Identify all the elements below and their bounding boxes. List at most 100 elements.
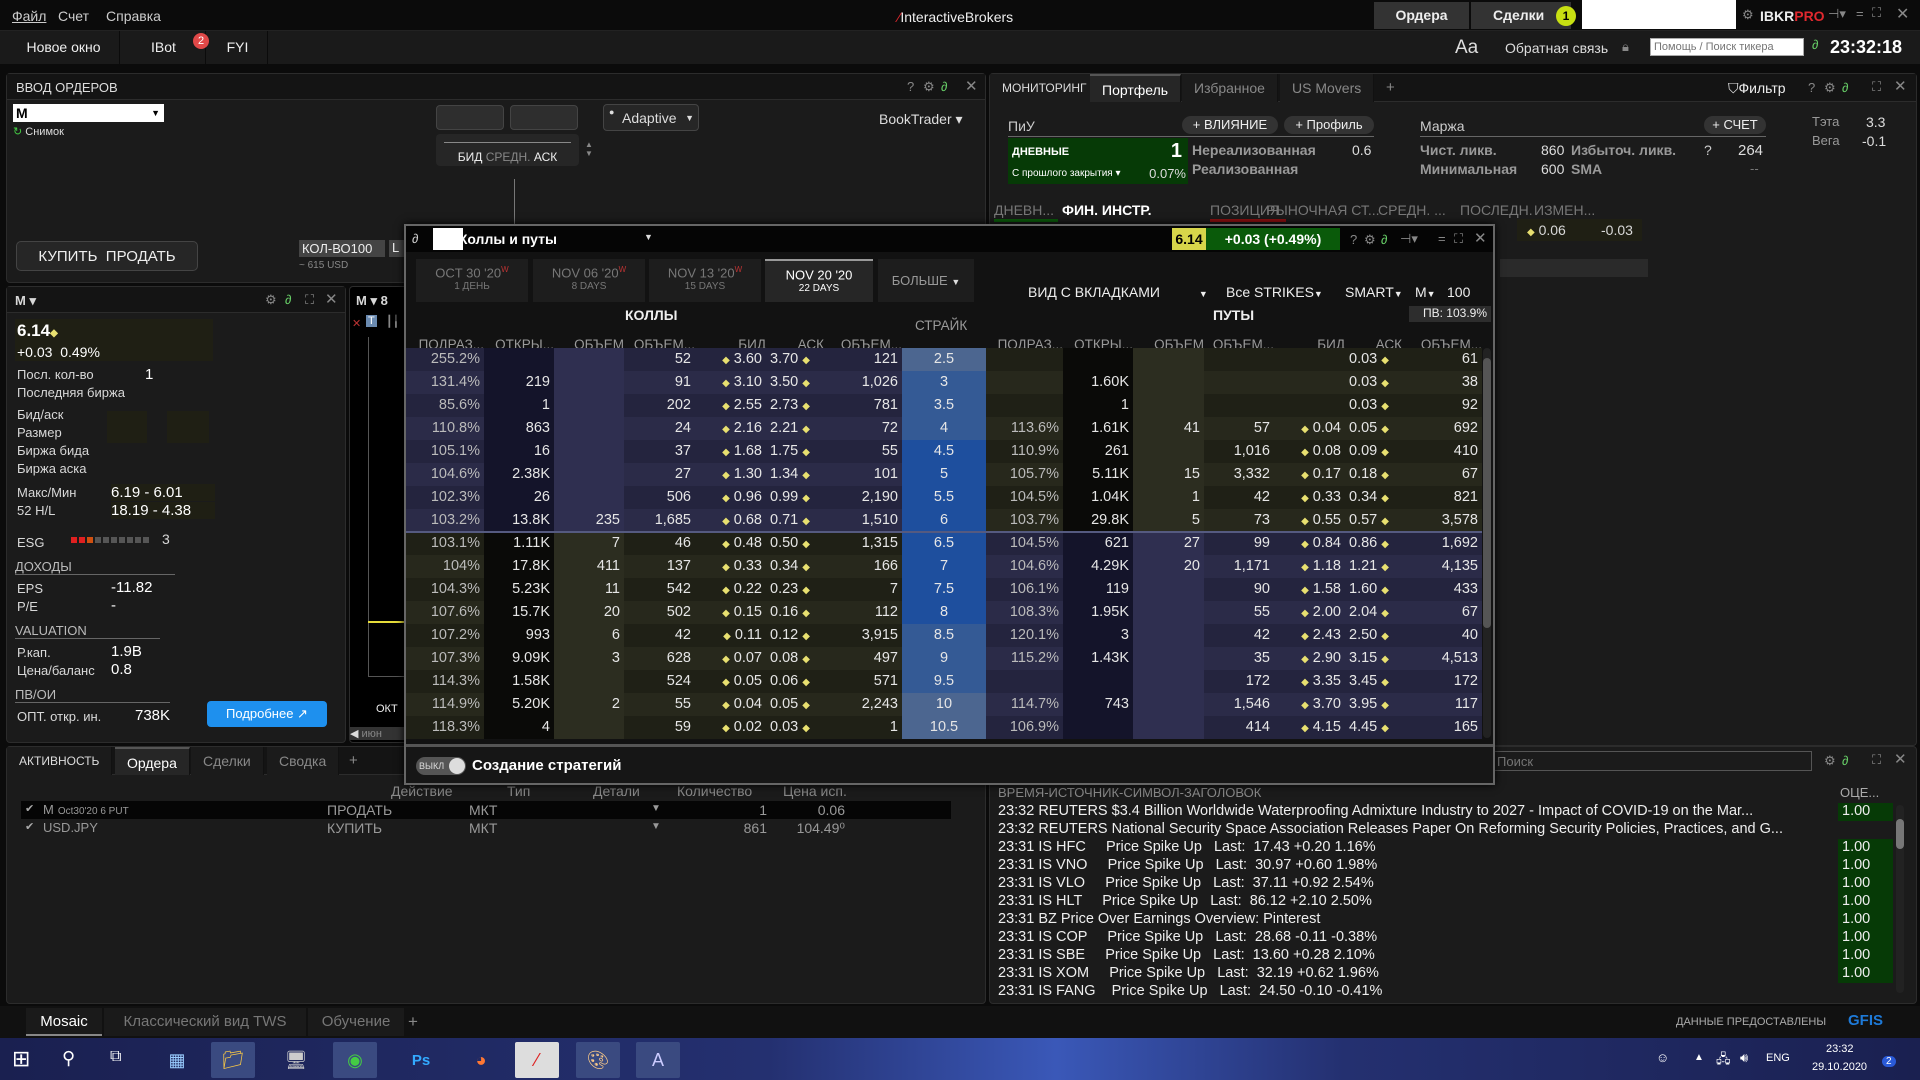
- call-cell-bid[interactable]: ◆ 1.68: [695, 440, 766, 463]
- quantity-field[interactable]: КОЛ-ВО100: [299, 240, 385, 257]
- put-cell-bid[interactable]: ◆ 4.15: [1274, 716, 1345, 739]
- add-tab-icon[interactable]: +: [1386, 79, 1395, 96]
- ask-price-button[interactable]: [510, 105, 578, 130]
- gear-icon[interactable]: ⚙: [1364, 232, 1376, 248]
- order-details-dropdown[interactable]: ▼: [651, 821, 661, 832]
- call-cell-ask[interactable]: 0.08 ◆: [766, 647, 824, 670]
- impact-button[interactable]: + ВЛИЯНИЕ: [1182, 116, 1278, 134]
- tab-3[interactable]: US Movers: [1280, 74, 1375, 102]
- trading-class-dropdown[interactable]: M▼: [1415, 284, 1436, 300]
- call-cell-ask[interactable]: 0.71 ◆: [766, 509, 824, 532]
- pin-icon[interactable]: ⊣▾: [1828, 6, 1846, 22]
- more-details-button[interactable]: Подробнее ↗: [207, 701, 327, 727]
- news-item[interactable]: 23:31 IS XOM Price Spike Up Last: 32.19 …: [998, 965, 1379, 981]
- link-icon[interactable]: ∂: [1812, 37, 1818, 52]
- tab-0[interactable]: МОНИТОРИНГ: [990, 74, 1100, 102]
- close-icon[interactable]: ✕: [1894, 77, 1907, 95]
- put-cell-bid[interactable]: ◆ 0.08: [1274, 440, 1345, 463]
- chain-row[interactable]: 107.3% 9.09K 3 628 ◆ 0.07 0.08 ◆ 497 115.2% 1.43K 3…: [406, 647, 1482, 670]
- order-details-dropdown[interactable]: ▼: [651, 803, 661, 814]
- expiry-tab[interactable]: OCT 30 '20W 1 ДЕНЬ: [416, 259, 528, 302]
- help-icon[interactable]: ?: [1808, 80, 1815, 95]
- chart-scroll-label[interactable]: ◀ июн: [350, 727, 410, 740]
- strike-cell[interactable]: 10: [902, 693, 986, 716]
- orders-button[interactable]: Ордера: [1374, 2, 1469, 29]
- strike-cell[interactable]: 2.5: [902, 348, 986, 371]
- more-expiries-button[interactable]: БОЛЬШЕ ▼: [878, 259, 974, 302]
- news-item[interactable]: 23:31 IS HLT Price Spike Up Last: 86.12 …: [998, 893, 1372, 909]
- news-item[interactable]: 23:31 IS HFC Price Spike Up Last: 17.43 …: [998, 839, 1376, 855]
- photoshop-app-icon[interactable]: Ps: [399, 1042, 443, 1078]
- activity-column-header[interactable]: Действие: [391, 783, 453, 799]
- put-cell-bid[interactable]: ◆ 2.43: [1274, 624, 1345, 647]
- call-cell-bid[interactable]: ◆ 0.07: [695, 647, 766, 670]
- tws-app-icon[interactable]: ⁄: [515, 1042, 559, 1078]
- call-cell-bid[interactable]: ◆ 0.04: [695, 693, 766, 716]
- expiry-tab[interactable]: NOV 06 '20W 8 DAYS: [533, 259, 645, 302]
- call-cell-bid[interactable]: ◆ 0.48: [695, 532, 766, 555]
- activity-tab-0[interactable]: АКТИВНОСТЬ: [7, 747, 113, 775]
- put-cell-ask[interactable]: 3.95 ◆: [1345, 693, 1402, 716]
- volume-icon[interactable]: 🔊︎: [1740, 1050, 1748, 1066]
- order-type-field[interactable]: L: [389, 240, 405, 257]
- put-cell-ask[interactable]: 0.86 ◆: [1345, 532, 1402, 555]
- close-icon[interactable]: ✕: [1896, 4, 1909, 24]
- strike-cell[interactable]: 6: [902, 509, 986, 532]
- put-cell-bid[interactable]: ◆ 1.58: [1274, 578, 1345, 601]
- bid-price-button[interactable]: [436, 105, 504, 130]
- portfolio-column-header[interactable]: РЫНОЧНАЯ СТ...: [1266, 202, 1380, 218]
- news-item[interactable]: 23:31 IS COP Price Spike Up Last: 28.68 …: [998, 929, 1377, 945]
- call-cell-ask[interactable]: 0.34 ◆: [766, 555, 824, 578]
- ticker-search-input[interactable]: [1650, 38, 1804, 56]
- chain-row[interactable]: 103.2% 13.8K 235 1,685 ◆ 0.68 0.71 ◆ 1,510 103.7%…: [406, 509, 1482, 532]
- pin-icon[interactable]: ⊣▾: [1400, 231, 1418, 247]
- put-cell-ask[interactable]: 0.34 ◆: [1345, 486, 1402, 509]
- call-cell-bid[interactable]: ◆ 3.10: [695, 371, 766, 394]
- filter-button[interactable]: ⛉Фильтр: [1728, 80, 1786, 97]
- strike-cell[interactable]: 9.5: [902, 670, 986, 693]
- close-icon[interactable]: ✕: [1894, 750, 1907, 768]
- strike-cell[interactable]: 4: [902, 417, 986, 440]
- call-cell-bid[interactable]: ◆ 0.68: [695, 509, 766, 532]
- call-cell-bid[interactable]: ◆ 0.11: [695, 624, 766, 647]
- tray-expand-icon[interactable]: ▲: [1694, 1052, 1704, 1063]
- booktrader-dropdown[interactable]: BookTrader ▾: [879, 111, 963, 128]
- help-icon[interactable]: ?: [907, 79, 914, 94]
- call-cell-ask[interactable]: 0.05 ◆: [766, 693, 824, 716]
- put-cell-bid[interactable]: ◆ 3.35: [1274, 670, 1345, 693]
- activity-tab-2[interactable]: Сделки: [191, 747, 264, 775]
- news-item[interactable]: 23:31 IS FANG Price Spike Up Last: 24.50…: [998, 983, 1382, 999]
- call-cell-bid[interactable]: ◆ 0.96: [695, 486, 766, 509]
- search-icon[interactable]: ⚲: [62, 1048, 75, 1069]
- calculator-app-icon[interactable]: ▦: [155, 1042, 199, 1078]
- maximize-icon[interactable]: ⛶: [305, 292, 314, 308]
- layout-tab-1[interactable]: Классический вид TWS: [104, 1008, 306, 1036]
- chain-row[interactable]: 102.3% 26 506 ◆ 0.96 0.99 ◆ 2,190 104.5% 1.04K 1 42…: [406, 486, 1482, 509]
- menu-file[interactable]: Файл: [12, 8, 46, 24]
- gear-icon[interactable]: ⚙: [1824, 80, 1836, 96]
- link-icon[interactable]: ∂: [1842, 80, 1848, 95]
- activity-column-header[interactable]: Цена исп.: [783, 783, 847, 799]
- firefox-app-icon[interactable]: ◕: [459, 1042, 503, 1078]
- strike-cell[interactable]: 8.5: [902, 624, 986, 647]
- chain-row[interactable]: 85.6% 1 202 ◆ 2.55 2.73 ◆ 781 1 0.03 ◆ 92 3.5: [406, 394, 1482, 417]
- network-icon[interactable]: 🖧︎: [1716, 1050, 1731, 1072]
- since-close-dropdown[interactable]: С прошлого закрытия ▾: [1012, 168, 1121, 179]
- chain-row[interactable]: 105.1% 16 37 ◆ 1.68 1.75 ◆ 55 110.9% 261 1,016 ◆ 0.0…: [406, 440, 1482, 463]
- activity-tab-3[interactable]: Сводка: [267, 747, 340, 775]
- gear-icon[interactable]: ⚙: [1742, 7, 1754, 23]
- put-cell-ask[interactable]: 0.03 ◆: [1345, 394, 1402, 417]
- put-cell-bid[interactable]: ◆ 0.84: [1274, 532, 1345, 555]
- language-indicator[interactable]: ENG: [1766, 1052, 1790, 1064]
- put-cell-bid[interactable]: ◆ 0.04: [1274, 417, 1345, 440]
- tab-1[interactable]: Портфель: [1090, 74, 1182, 102]
- strikes-dropdown[interactable]: Все STRIKES▼: [1226, 284, 1323, 300]
- put-cell-ask[interactable]: 3.15 ◆: [1345, 647, 1402, 670]
- portfolio-column-header[interactable]: ФИН. ИНСТР.: [1062, 202, 1152, 218]
- expiry-tab[interactable]: NOV 20 '20 22 DAYS: [765, 259, 873, 302]
- notifications-badge[interactable]: 2: [1882, 1056, 1896, 1067]
- put-cell-ask[interactable]: 4.45 ◆: [1345, 716, 1402, 739]
- strike-cell[interactable]: 5.5: [902, 486, 986, 509]
- call-cell-ask[interactable]: 3.50 ◆: [766, 371, 824, 394]
- put-cell-ask[interactable]: 2.04 ◆: [1345, 601, 1402, 624]
